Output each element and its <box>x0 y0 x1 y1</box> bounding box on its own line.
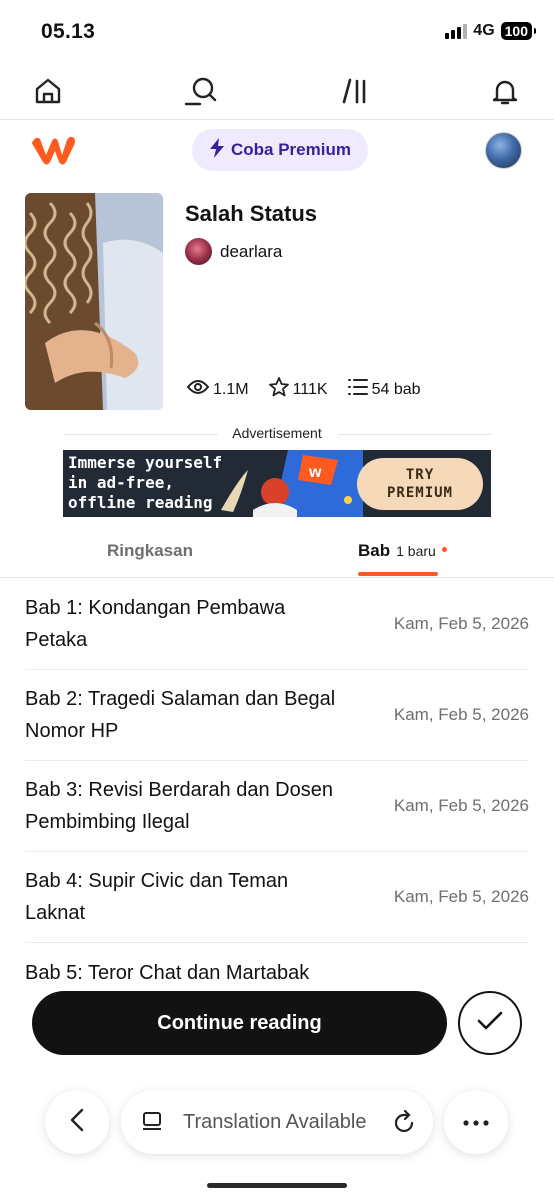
continue-reading-button[interactable]: Continue reading <box>32 991 447 1055</box>
reads-stat: 1.1M <box>186 379 249 400</box>
tab-chapters[interactable]: Bab 1 baru <box>358 541 447 561</box>
parts-count: 54 bab <box>371 380 421 398</box>
ad-label: Advertisement <box>232 425 322 441</box>
battery-indicator: 100 <box>500 22 537 40</box>
status-time: 05.13 <box>41 20 96 43</box>
chapter-row[interactable]: Bab 2: Tragedi Salaman dan Begal Nomor H… <box>25 670 529 761</box>
new-dot <box>441 546 447 552</box>
tab-summary[interactable]: Ringkasan <box>107 541 193 561</box>
active-tab-indicator <box>358 572 438 576</box>
ad-try-premium-button[interactable]: TRY PREMIUM <box>357 458 483 510</box>
status-indicators: 4G 100 <box>445 22 537 40</box>
chevron-left-icon <box>70 1108 84 1137</box>
chapter-title: Bab 2: Tragedi Salaman dan Begal Nomor H… <box>25 688 336 742</box>
eye-icon <box>186 379 210 400</box>
svg-text:w: w <box>308 464 322 481</box>
chapter-row[interactable]: Bab 1: Kondangan Pembawa Petaka Kam, Feb… <box>25 579 529 670</box>
story-author[interactable]: dearlara <box>185 238 282 265</box>
premium-label: Coba Premium <box>231 140 351 159</box>
chapter-date: Kam, Feb 5, 2026 <box>393 887 529 906</box>
new-chapter-badge: 1 baru <box>396 543 436 559</box>
bell-icon[interactable] <box>488 74 522 108</box>
wattpad-logo[interactable] <box>30 133 76 172</box>
tab-chapters-label: Bab <box>358 541 391 560</box>
app-header: Coba Premium <box>0 120 554 182</box>
home-icon[interactable] <box>31 74 65 108</box>
story-title: Salah Status <box>185 201 318 226</box>
chapter-date: Kam, Feb 5, 2026 <box>393 614 529 633</box>
chapter-date: Kam, Feb 5, 2026 <box>393 796 529 815</box>
top-nav <box>0 62 554 120</box>
lightning-icon <box>209 137 225 163</box>
list-icon <box>347 378 368 401</box>
address-bar[interactable]: Translation Available <box>121 1090 433 1154</box>
story-stats: 1.1M 111K 54 bab <box>186 377 421 402</box>
chapter-date: Kam, Feb 5, 2026 <box>393 705 529 724</box>
star-icon <box>268 377 289 402</box>
chapter-title: Bab 3: Revisi Berdarah dan Dosen Pembimb… <box>25 779 333 833</box>
story-tabs: Ringkasan Bab 1 baru <box>0 525 554 578</box>
search-icon[interactable] <box>184 74 218 108</box>
tabs-icon[interactable] <box>141 1111 163 1138</box>
signal-icon <box>445 23 468 39</box>
chapter-row[interactable]: Bab 5: Teror Chat dan Martabak <box>25 943 529 979</box>
author-avatar <box>185 238 212 265</box>
ad-headline: Immerse yourself in ad-free, offline rea… <box>68 453 223 512</box>
add-to-library-button[interactable] <box>458 991 522 1055</box>
browser-toolbar: Translation Available <box>0 1080 554 1164</box>
check-icon <box>477 1011 503 1036</box>
try-premium-button[interactable]: Coba Premium <box>192 129 368 171</box>
chapter-list: Bab 1: Kondangan Pembawa Petaka Kam, Feb… <box>0 579 554 979</box>
ad-banner[interactable]: w Immerse yourself in ad-free, offline r… <box>63 450 491 517</box>
more-button[interactable] <box>444 1090 508 1154</box>
votes-count: 111K <box>292 380 328 398</box>
network-type: 4G <box>473 22 495 39</box>
parts-stat: 54 bab <box>347 378 421 401</box>
author-name: dearlara <box>220 241 283 261</box>
chapter-title: Bab 1: Kondangan Pembawa Petaka <box>25 597 286 651</box>
status-bar: 05.13 4G 100 <box>0 0 554 62</box>
more-icon <box>463 1113 489 1131</box>
home-indicator <box>207 1183 347 1188</box>
chapter-title: Bab 4: Supir Civic dan Teman Laknat <box>25 870 289 924</box>
chapter-row[interactable]: Bab 4: Supir Civic dan Teman Laknat Kam,… <box>25 852 529 943</box>
user-avatar[interactable] <box>485 132 522 169</box>
translation-available-text: Translation Available <box>183 1111 367 1133</box>
chapter-row[interactable]: Bab 3: Revisi Berdarah dan Dosen Pembimb… <box>25 761 529 852</box>
back-button[interactable] <box>45 1090 109 1154</box>
reads-count: 1.1M <box>213 380 249 398</box>
votes-stat: 111K <box>268 377 328 402</box>
story-cover[interactable] <box>25 193 163 410</box>
chapter-title: Bab 5: Teror Chat dan Martabak <box>25 962 310 979</box>
reload-icon[interactable] <box>392 1109 416 1140</box>
library-icon[interactable] <box>338 74 372 108</box>
